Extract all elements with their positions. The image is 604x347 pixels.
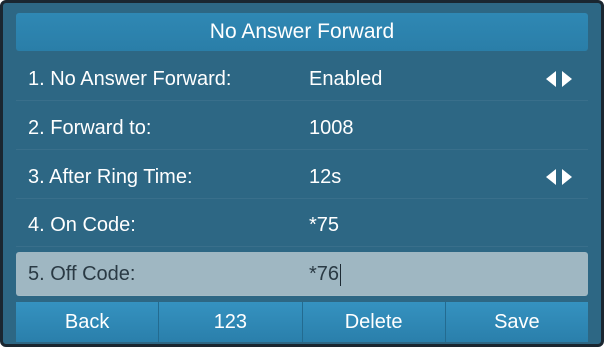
left-arrow-icon[interactable] <box>546 71 556 87</box>
delete-button[interactable]: Delete <box>302 302 446 342</box>
row-after-ring-time[interactable]: 3. After Ring Time: 12s <box>16 155 588 199</box>
row-label: 2. Forward to: <box>28 117 152 139</box>
row-value: *75 <box>309 214 340 236</box>
right-arrow-icon[interactable] <box>562 169 572 185</box>
phone-screen: No Answer Forward 1. No Answer Forward: … <box>0 0 604 347</box>
row-label: 5. Off Code: <box>28 263 136 285</box>
left-arrow-icon[interactable] <box>546 169 556 185</box>
text-cursor <box>340 263 342 286</box>
row-forward-to[interactable]: 2. Forward to: 1008 <box>16 106 588 150</box>
row-label: 1. No Answer Forward: <box>28 68 232 90</box>
row-on-code[interactable]: 4. On Code: *75 <box>16 203 588 247</box>
back-button[interactable]: Back <box>16 302 160 342</box>
row-label: 3. After Ring Time: <box>28 166 193 188</box>
row-value: 1008 <box>309 117 354 139</box>
option-switcher[interactable] <box>546 57 572 101</box>
off-code-input[interactable]: *76 <box>309 252 342 296</box>
row-value: Enabled <box>309 68 383 90</box>
row-value: 12s <box>309 166 342 188</box>
softkey-bar: Back 123 Delete Save <box>16 302 588 342</box>
row-no-answer-forward[interactable]: 1. No Answer Forward: Enabled <box>16 57 588 101</box>
input-value: *76 <box>309 263 340 285</box>
input-mode-button[interactable]: 123 <box>159 302 303 342</box>
option-switcher[interactable] <box>546 155 572 199</box>
row-off-code[interactable]: 5. Off Code: *76 <box>16 252 588 296</box>
save-button[interactable]: Save <box>445 302 588 342</box>
right-arrow-icon[interactable] <box>562 71 572 87</box>
page-title: No Answer Forward <box>16 13 588 51</box>
row-label: 4. On Code: <box>28 214 136 236</box>
